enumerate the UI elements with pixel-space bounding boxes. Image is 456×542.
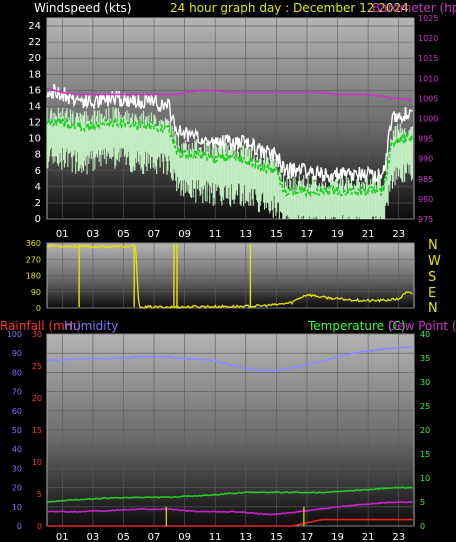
humidity-tick-label: 80	[12, 368, 22, 377]
x-tick-label: 15	[270, 532, 283, 542]
x-tick-label: 05	[117, 229, 130, 240]
temp-tick-label: 20	[420, 426, 430, 435]
dir-tick-label: 180	[26, 272, 41, 281]
dir-tick-label: 360	[26, 239, 41, 248]
temp-tick-label: 5	[420, 498, 425, 507]
temp-tick-label: 25	[420, 402, 430, 411]
humidity-tick-label: 30	[12, 464, 22, 473]
rain-tick-label: 5	[37, 490, 42, 499]
x-tick-label: 09	[178, 229, 191, 240]
temp-tick-label: 0	[420, 522, 425, 531]
temp-tick-label: 15	[420, 450, 430, 459]
humidity-tick-label: 20	[12, 484, 22, 493]
y-tick-label: 8	[35, 150, 41, 161]
x-tick-label: 11	[209, 532, 222, 542]
y-tick-label: 18	[28, 69, 41, 80]
x-tick-label: 01	[56, 229, 69, 240]
baro-tick-label: 1015	[418, 54, 438, 63]
y-tick-label: 4	[35, 182, 41, 193]
x-tick-label: 21	[362, 532, 375, 542]
x-tick-label: 07	[148, 532, 161, 542]
dir-tick-label: 0	[36, 304, 41, 313]
baro-tick-label: 980	[418, 195, 433, 204]
baro-tick-label: 1000	[418, 115, 438, 124]
compass-e: E	[428, 286, 437, 301]
baro-tick-label: 1010	[418, 74, 438, 83]
y-tick-label: 22	[28, 37, 41, 48]
x-tick-label: 17	[301, 532, 314, 542]
y-tick-label: 16	[28, 85, 41, 96]
compass-w: W	[428, 254, 441, 269]
x-tick-label: 09	[178, 532, 191, 542]
compass-n-bottom: N	[428, 301, 438, 316]
x-tick-label: 13	[239, 532, 252, 542]
rain-tick-label: 15	[32, 426, 42, 435]
humidity-tick-label: 60	[12, 407, 22, 416]
x-tick-label: 23	[392, 532, 405, 542]
temp-tick-label: 30	[420, 378, 430, 387]
x-tick-label: 19	[331, 532, 344, 542]
x-tick-label: 17	[301, 229, 314, 240]
weather-graph: Windspeed (kts) 24 hour graph day : Dece…	[0, 0, 456, 542]
compass-n-top: N	[428, 238, 438, 253]
y-tick-label: 20	[28, 53, 41, 64]
x-tick-label: 03	[87, 532, 100, 542]
x-tick-label: 05	[117, 532, 130, 542]
x-tick-label: 21	[362, 229, 375, 240]
rain-tick-label: 20	[32, 394, 42, 403]
rain-tick-label: 25	[32, 362, 42, 371]
baro-tick-label: 975	[418, 215, 433, 224]
temp-tick-label: 10	[420, 474, 430, 483]
temp-tick-label: 35	[420, 354, 430, 363]
dir-tick-label: 270	[26, 255, 41, 264]
compass-s: S	[428, 270, 437, 285]
x-tick-label: 03	[87, 229, 100, 240]
chart-canvas: 0246810121416182022249759809859909951000…	[7, 14, 439, 542]
x-tick-label: 23	[392, 229, 405, 240]
x-tick-label: 11	[209, 229, 222, 240]
x-tick-label: 13	[239, 229, 252, 240]
rain-tick-label: 10	[32, 458, 42, 467]
humidity-tick-label: 70	[12, 388, 22, 397]
humidity-tick-label: 10	[12, 503, 22, 512]
x-tick-label: 15	[270, 229, 283, 240]
baro-tick-label: 1020	[418, 34, 438, 43]
y-tick-label: 2	[35, 198, 41, 209]
y-tick-label: 14	[28, 101, 41, 112]
rain-tick-label: 0	[37, 522, 42, 531]
baro-tick-label: 990	[418, 155, 433, 164]
y-tick-label: 12	[28, 118, 41, 129]
x-tick-label: 07	[148, 229, 161, 240]
humidity-tick-label: 0	[17, 522, 22, 531]
baro-tick-label: 1005	[418, 94, 438, 103]
y-tick-label: 10	[28, 134, 41, 145]
dir-tick-label: 90	[31, 288, 41, 297]
humidity-tick-label: 40	[12, 445, 22, 454]
humidity-tick-label: 50	[12, 426, 22, 435]
baro-tick-label: 1025	[418, 14, 438, 23]
x-tick-label: 19	[331, 229, 344, 240]
y-tick-label: 0	[35, 214, 41, 225]
rain-tick-label: 30	[32, 330, 42, 339]
y-tick-label: 24	[28, 21, 41, 32]
baro-tick-label: 985	[418, 175, 433, 184]
humidity-tick-label: 90	[12, 349, 22, 358]
y-tick-label: 6	[35, 166, 41, 177]
baro-tick-label: 995	[418, 135, 433, 144]
x-tick-label: 01	[56, 532, 69, 542]
humidity-tick-label: 100	[7, 330, 22, 339]
temp-tick-label: 40	[420, 330, 430, 339]
